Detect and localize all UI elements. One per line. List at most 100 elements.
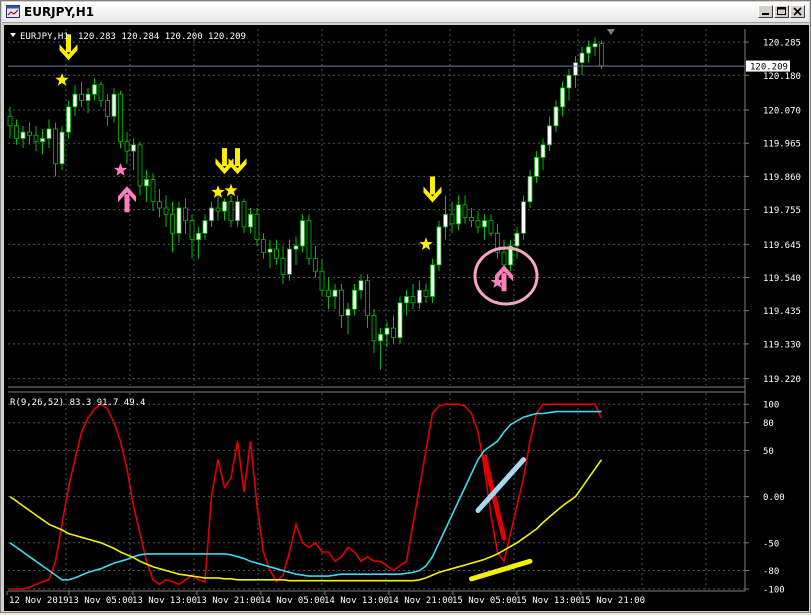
yellow-arrow-down-icon [228,148,247,175]
price-tick-label: 120.285 [763,39,801,49]
bull-candle [332,289,338,297]
yellow-star-icon [419,237,433,250]
bull-candle [553,106,559,127]
bull-candle [66,106,71,133]
price-header-ohlc: 120.283 120.284 120.200 120.209 [78,32,246,42]
bull-candle [144,179,149,187]
bear-candle [410,296,416,304]
bull-candle [59,131,65,165]
indicator-tick-label: -80 [763,567,779,577]
bear-candle [274,248,279,259]
bear-candle [365,280,370,316]
chart-window-icon [6,5,20,18]
bull-candle [300,220,305,247]
bull-candle [560,87,565,108]
time-tick-label: 12 Nov 2019 [9,596,69,606]
collapse-triangle-icon[interactable] [10,33,16,37]
bull-candle [579,52,585,64]
bear-candle [163,207,169,215]
price-tick-label: 119.645 [763,241,801,251]
bull-candle [514,232,520,247]
bear-candle [118,93,123,143]
bear-candle [14,125,19,139]
bear-candle [27,131,32,136]
bear-candle [371,315,377,342]
bull-candle [430,264,435,297]
close-button[interactable] [790,5,805,18]
bull-candle [456,204,461,225]
indicator-tick-label: -100 [763,586,785,596]
bull-candle [540,144,546,158]
bear-candle [423,289,429,297]
bear-candle [53,128,58,165]
time-tick-label: 13 Nov 21:00 [196,596,261,606]
bear-candle [189,220,195,241]
bull-candle [482,220,487,228]
time-tick-label: 13 Nov 13:00 [132,596,197,606]
indicator-tick-label: 50 [763,447,774,457]
price-tick-label: 119.755 [763,206,801,216]
time-tick-label: 15 Nov 21:00 [580,596,645,606]
indicator-tick-label: 80 [763,419,774,429]
bear-candle [124,141,130,152]
bear-candle [261,239,266,253]
minimize-button[interactable] [758,5,773,18]
bull-candle [20,131,26,139]
bull-candle [248,213,253,228]
bull-candle [443,213,448,228]
bear-candle [170,213,175,234]
close-icon [793,7,802,16]
chart-window: EURJPY,H1 EURJPY,H1 120.283 120.284 120.… [0,0,811,613]
bull-candle [586,46,591,54]
bull-candle [547,125,552,146]
bear-candle [313,258,318,272]
bear-candle [462,204,468,218]
bear-candle [157,201,162,209]
bull-candle [521,201,526,234]
maximize-button[interactable] [774,5,789,18]
pink-star-icon [113,163,128,176]
bull-candle [378,334,383,342]
indicator-tick-label: -50 [763,539,779,549]
indicator-tick-label: 100 [763,401,779,411]
price-tick-label: 120.070 [763,107,801,117]
bull-candle [92,84,97,95]
bull-candle [131,144,136,152]
bull-candle [397,302,403,338]
price-tick-label: 120.180 [763,72,801,82]
chart-shift-marker-icon[interactable] [607,29,615,35]
bear-candle [105,100,110,117]
bear-candle [319,270,325,291]
price-axis: 120.285 120.180 120.070 119.965 119.860 119.7… [745,39,801,385]
bull-candle [111,93,117,117]
bull-candle [287,248,292,275]
bull-candle [222,201,227,212]
bull-candle [235,201,240,222]
bull-candle [209,207,214,222]
chart-area[interactable]: EURJPY,H1 120.283 120.284 120.200 120.20… [4,25,809,611]
maximize-icon [777,7,786,15]
time-tick-label: 14 Nov 21:00 [388,596,453,606]
bear-candle [306,220,312,259]
yellow-star-icon [224,183,238,197]
bear-candle [488,220,494,234]
bear-candle [33,134,39,143]
time-tick-label: 15 Nov 05:00 [452,596,517,606]
time-tick-label: 14 Nov 05:00 [260,596,325,606]
pink-arrow-up-icon [118,186,136,213]
window-title: EURJPY,H1 [24,5,95,19]
bull-candle [592,43,598,48]
window-titlebar[interactable]: EURJPY,H1 [2,2,809,23]
indicator-tick-label: 0.00 [763,493,785,503]
yellow-indicator-line [9,459,603,582]
bull-candle [202,220,208,234]
bear-candle [150,179,156,203]
bull-candle [436,226,442,266]
yellow-star-icon [55,73,69,86]
bull-candle [566,74,572,89]
bear-candle [137,144,143,187]
bull-candle [85,93,91,101]
chart-canvas[interactable]: EURJPY,H1 120.283 120.284 120.200 120.20… [4,25,809,611]
bull-candle [534,157,539,177]
bear-candle [326,289,331,297]
